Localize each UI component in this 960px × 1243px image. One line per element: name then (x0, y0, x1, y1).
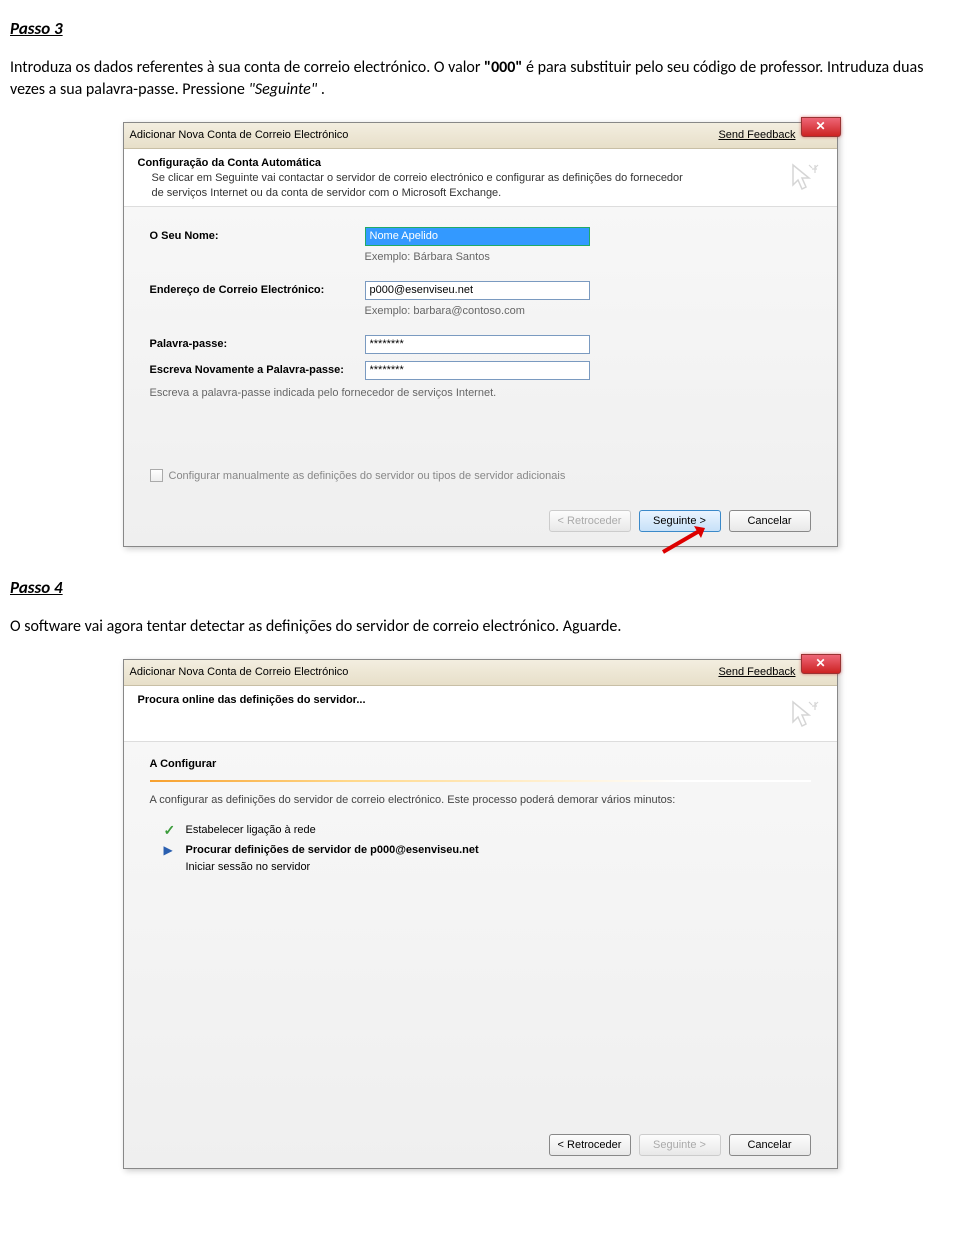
password-label: Palavra-passe: (150, 338, 365, 350)
step-2-row: ▶ Procurar definições de servidor de p00… (150, 841, 811, 859)
passo3-heading: Passo 3 (10, 18, 950, 39)
step-1-row: ✓ Estabelecer ligação à rede (150, 820, 811, 841)
email-input[interactable] (365, 281, 590, 300)
titlebar[interactable]: Adicionar Nova Conta de Correio Electrón… (124, 123, 837, 149)
checkbox-label: Configurar manualmente as definições do … (169, 470, 566, 482)
cursor-icon (787, 698, 823, 734)
passo4-text: O software vai agora tentar detectar as … (10, 616, 950, 638)
email-example: Exemplo: barbara@contoso.com (365, 305, 525, 317)
passo3-text-italic: "Seguinte" (248, 80, 317, 99)
manual-config-checkbox[interactable]: Configurar manualmente as definições do … (150, 469, 811, 482)
email-label: Endereço de Correio Electrónico: (150, 284, 365, 296)
header-title: Configuração da Conta Automática (138, 157, 823, 169)
arrow-right-icon: ▶ (164, 843, 186, 857)
next-button[interactable]: Seguinte > (639, 510, 721, 532)
passo3-text-bold: "000" (484, 58, 522, 77)
name-input[interactable] (365, 227, 590, 246)
send-feedback-link[interactable]: Send Feedback (718, 666, 795, 678)
passo3-text: Introduza os dados referentes à sua cont… (10, 57, 950, 102)
titlebar[interactable]: Adicionar Nova Conta de Correio Electrón… (124, 660, 837, 686)
dialog-body: A Configurar A configurar as definições … (124, 742, 837, 1168)
status-description: A configurar as definições do servidor d… (150, 794, 811, 806)
step-3-row: Iniciar sessão no servidor (150, 859, 811, 875)
cancel-button[interactable]: Cancelar (729, 510, 811, 532)
step-1-label: Estabelecer ligação à rede (186, 824, 316, 836)
name-label: O Seu Nome: (150, 230, 365, 242)
dialog-body: O Seu Nome: Exemplo: Bárbara Santos Ende… (124, 207, 837, 546)
step-2-label: Procurar definições de servidor de p000@… (186, 844, 479, 856)
back-button[interactable]: < Retroceder (549, 1134, 631, 1156)
cancel-button[interactable]: Cancelar (729, 1134, 811, 1156)
back-button: < Retroceder (549, 510, 631, 532)
section-title: A Configurar (150, 758, 811, 770)
close-icon[interactable]: ✕ (801, 654, 841, 674)
send-feedback-link[interactable]: Send Feedback (718, 129, 795, 141)
name-example: Exemplo: Bárbara Santos (365, 251, 490, 263)
close-icon[interactable]: ✕ (801, 117, 841, 137)
step-3-label: Iniciar sessão no servidor (186, 861, 311, 873)
divider-line (150, 780, 811, 782)
password-input[interactable] (365, 335, 590, 354)
password-hint: Escreva a palavra-passe indicada pelo fo… (150, 387, 497, 399)
next-button: Seguinte > (639, 1134, 721, 1156)
password2-input[interactable] (365, 361, 590, 380)
passo3-text-suffix: . (321, 80, 325, 99)
password2-label: Escreva Novamente a Palavra-passe: (150, 364, 365, 376)
passo3-text-prefix: Introduza os dados referentes à sua cont… (10, 58, 484, 77)
passo4-heading: Passo 4 (10, 577, 950, 598)
checkbox-icon[interactable] (150, 469, 163, 482)
add-account-dialog-2: Adicionar Nova Conta de Correio Electrón… (123, 659, 838, 1169)
cursor-icon (787, 161, 823, 197)
header-title: Procura online das definições do servido… (138, 694, 823, 706)
window-title: Adicionar Nova Conta de Correio Electrón… (130, 129, 719, 141)
header-subtitle: Se clicar em Seguinte vai contactar o se… (138, 171, 698, 201)
window-title: Adicionar Nova Conta de Correio Electrón… (130, 666, 719, 678)
dialog-header: Configuração da Conta Automática Se clic… (124, 149, 837, 208)
add-account-dialog-1: Adicionar Nova Conta de Correio Electrón… (123, 122, 838, 548)
dialog-header: Procura online das definições do servido… (124, 686, 837, 742)
check-icon: ✓ (164, 822, 186, 839)
